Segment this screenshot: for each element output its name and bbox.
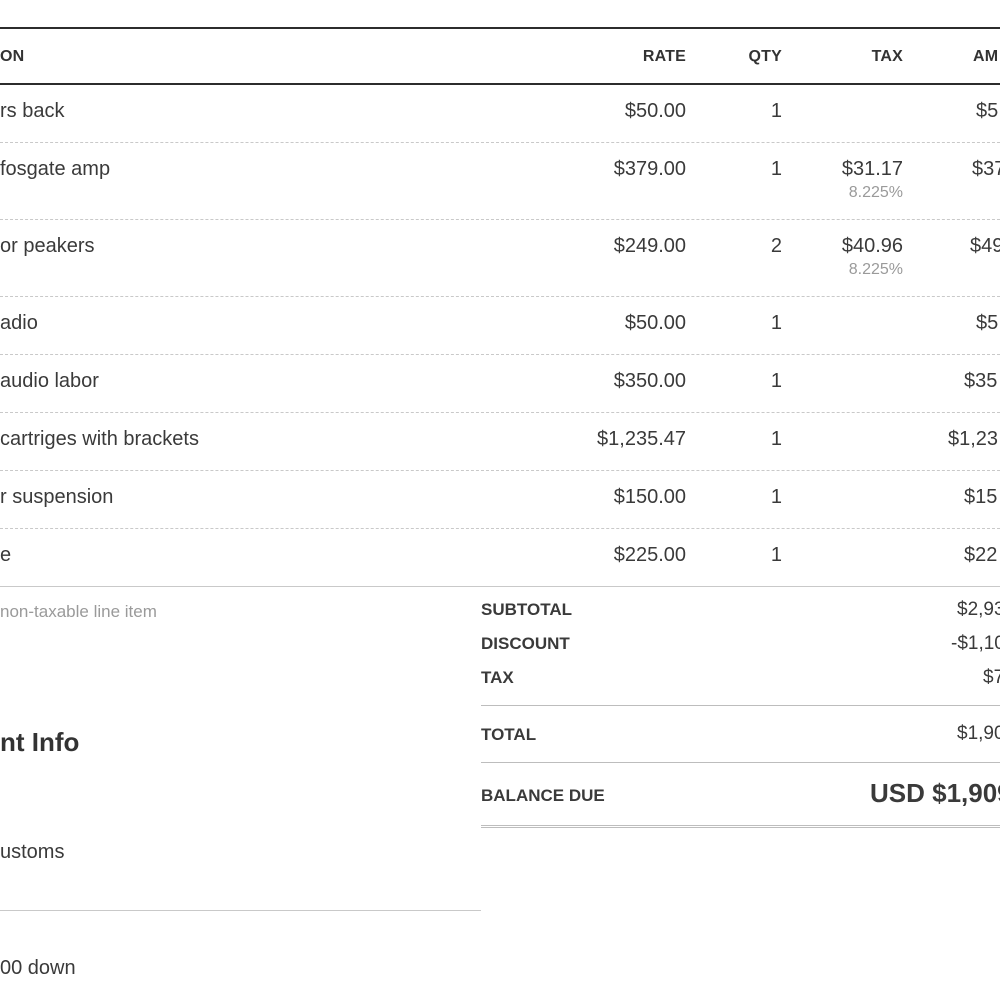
row-tax: $31.17 (841, 158, 903, 180)
table-row: adio $50.00 1 $5 (0, 297, 1000, 355)
row-qty: 2 (770, 235, 782, 257)
discount-row: DISCOUNT -$1,10 (481, 624, 1000, 658)
row-description: rs back (0, 100, 65, 122)
row-amount: $5 (976, 100, 999, 122)
summary-divider (481, 705, 1000, 706)
tax-value: $7 (983, 667, 1000, 688)
row-qty: 1 (770, 158, 782, 180)
subtotal-row: SUBTOTAL $2,93 (481, 590, 1000, 624)
row-qty: 1 (770, 100, 782, 122)
total-value: $1,90 (957, 723, 1000, 744)
header-amount: AM (973, 48, 999, 65)
row-description: fosgate amp (0, 158, 111, 180)
row-qty: 1 (770, 312, 782, 334)
tax-row: TAX $7 (481, 658, 1000, 692)
row-description: audio labor (0, 370, 99, 392)
row-description: adio (0, 312, 38, 334)
info-line: 00 down (0, 957, 76, 979)
table-row: or peakers $249.00 2 $40.96 8.225% $49 (0, 220, 1000, 297)
row-qty: 1 (770, 428, 782, 450)
row-amount: $1,23 (948, 428, 999, 450)
table-row: cartriges with brackets $1,235.47 1 $1,2… (0, 413, 1000, 471)
tax-label: TAX (481, 668, 514, 687)
row-qty: 1 (770, 370, 782, 392)
discount-value: -$1,10 (951, 633, 1000, 654)
row-rate: $50.00 (624, 312, 686, 334)
header-rate: RATE (642, 48, 686, 65)
non-taxable-note: non-taxable line item (0, 602, 157, 621)
discount-label: DISCOUNT (481, 634, 570, 653)
row-description: r suspension (0, 486, 114, 508)
summary-divider (481, 762, 1000, 763)
table-row: e $225.00 1 $22 (0, 529, 1000, 587)
table-row: fosgate amp $379.00 1 $31.17 8.225% $37 (0, 143, 1000, 220)
total-row: TOTAL $1,90 (481, 720, 1000, 750)
balance-due-row: BALANCE DUE USD $1,909 (481, 776, 1000, 816)
invoice-page: ON RATE QTY TAX AM rs back $50.00 1 $5 f… (0, 0, 1000, 1000)
row-tax: $40.96 (841, 235, 903, 257)
row-qty: 1 (770, 486, 782, 508)
row-amount: $37 (972, 158, 1000, 180)
row-description: or peakers (0, 235, 95, 257)
row-tax-rate: 8.225% (848, 261, 903, 278)
header-tax: TAX (871, 48, 903, 65)
row-rate: $150.00 (613, 486, 686, 508)
row-rate: $379.00 (613, 158, 686, 180)
header-qty: QTY (748, 48, 782, 65)
subtotal-label: SUBTOTAL (481, 600, 572, 619)
row-description: cartriges with brackets (0, 428, 199, 450)
line-items-table: ON RATE QTY TAX AM rs back $50.00 1 $5 f… (0, 27, 1000, 587)
row-amount: $35 (964, 370, 998, 392)
row-amount: $5 (976, 312, 999, 334)
total-label: TOTAL (481, 725, 537, 744)
header-description: ON (0, 48, 25, 65)
summary-double-divider (481, 825, 1000, 828)
row-amount: $49 (970, 235, 1000, 257)
row-rate: $225.00 (613, 544, 686, 566)
row-rate: $50.00 (624, 100, 686, 122)
table-row: rs back $50.00 1 $5 (0, 85, 1000, 143)
row-qty: 1 (770, 544, 782, 566)
row-description: e (0, 544, 12, 566)
info-line: ustoms (0, 841, 65, 863)
table-row: audio labor $350.00 1 $35 (0, 355, 1000, 413)
row-amount: $15 (964, 486, 998, 508)
balance-due-label: BALANCE DUE (481, 786, 605, 805)
row-rate: $249.00 (613, 235, 686, 257)
balance-due-value: USD $1,909 (870, 778, 1000, 808)
subtotal-value: $2,93 (957, 599, 1000, 620)
table-row: r suspension $150.00 1 $15 (0, 471, 1000, 529)
row-rate: $350.00 (613, 370, 686, 392)
row-tax-rate: 8.225% (848, 184, 903, 201)
table-header: ON RATE QTY TAX AM (0, 29, 1000, 85)
row-amount: $22 (964, 544, 998, 566)
summary-block: SUBTOTAL $2,93 DISCOUNT -$1,10 TAX $7 (481, 590, 1000, 692)
row-rate: $1,235.47 (597, 428, 686, 450)
info-divider (0, 910, 481, 911)
info-section-title: nt Info (0, 727, 80, 757)
